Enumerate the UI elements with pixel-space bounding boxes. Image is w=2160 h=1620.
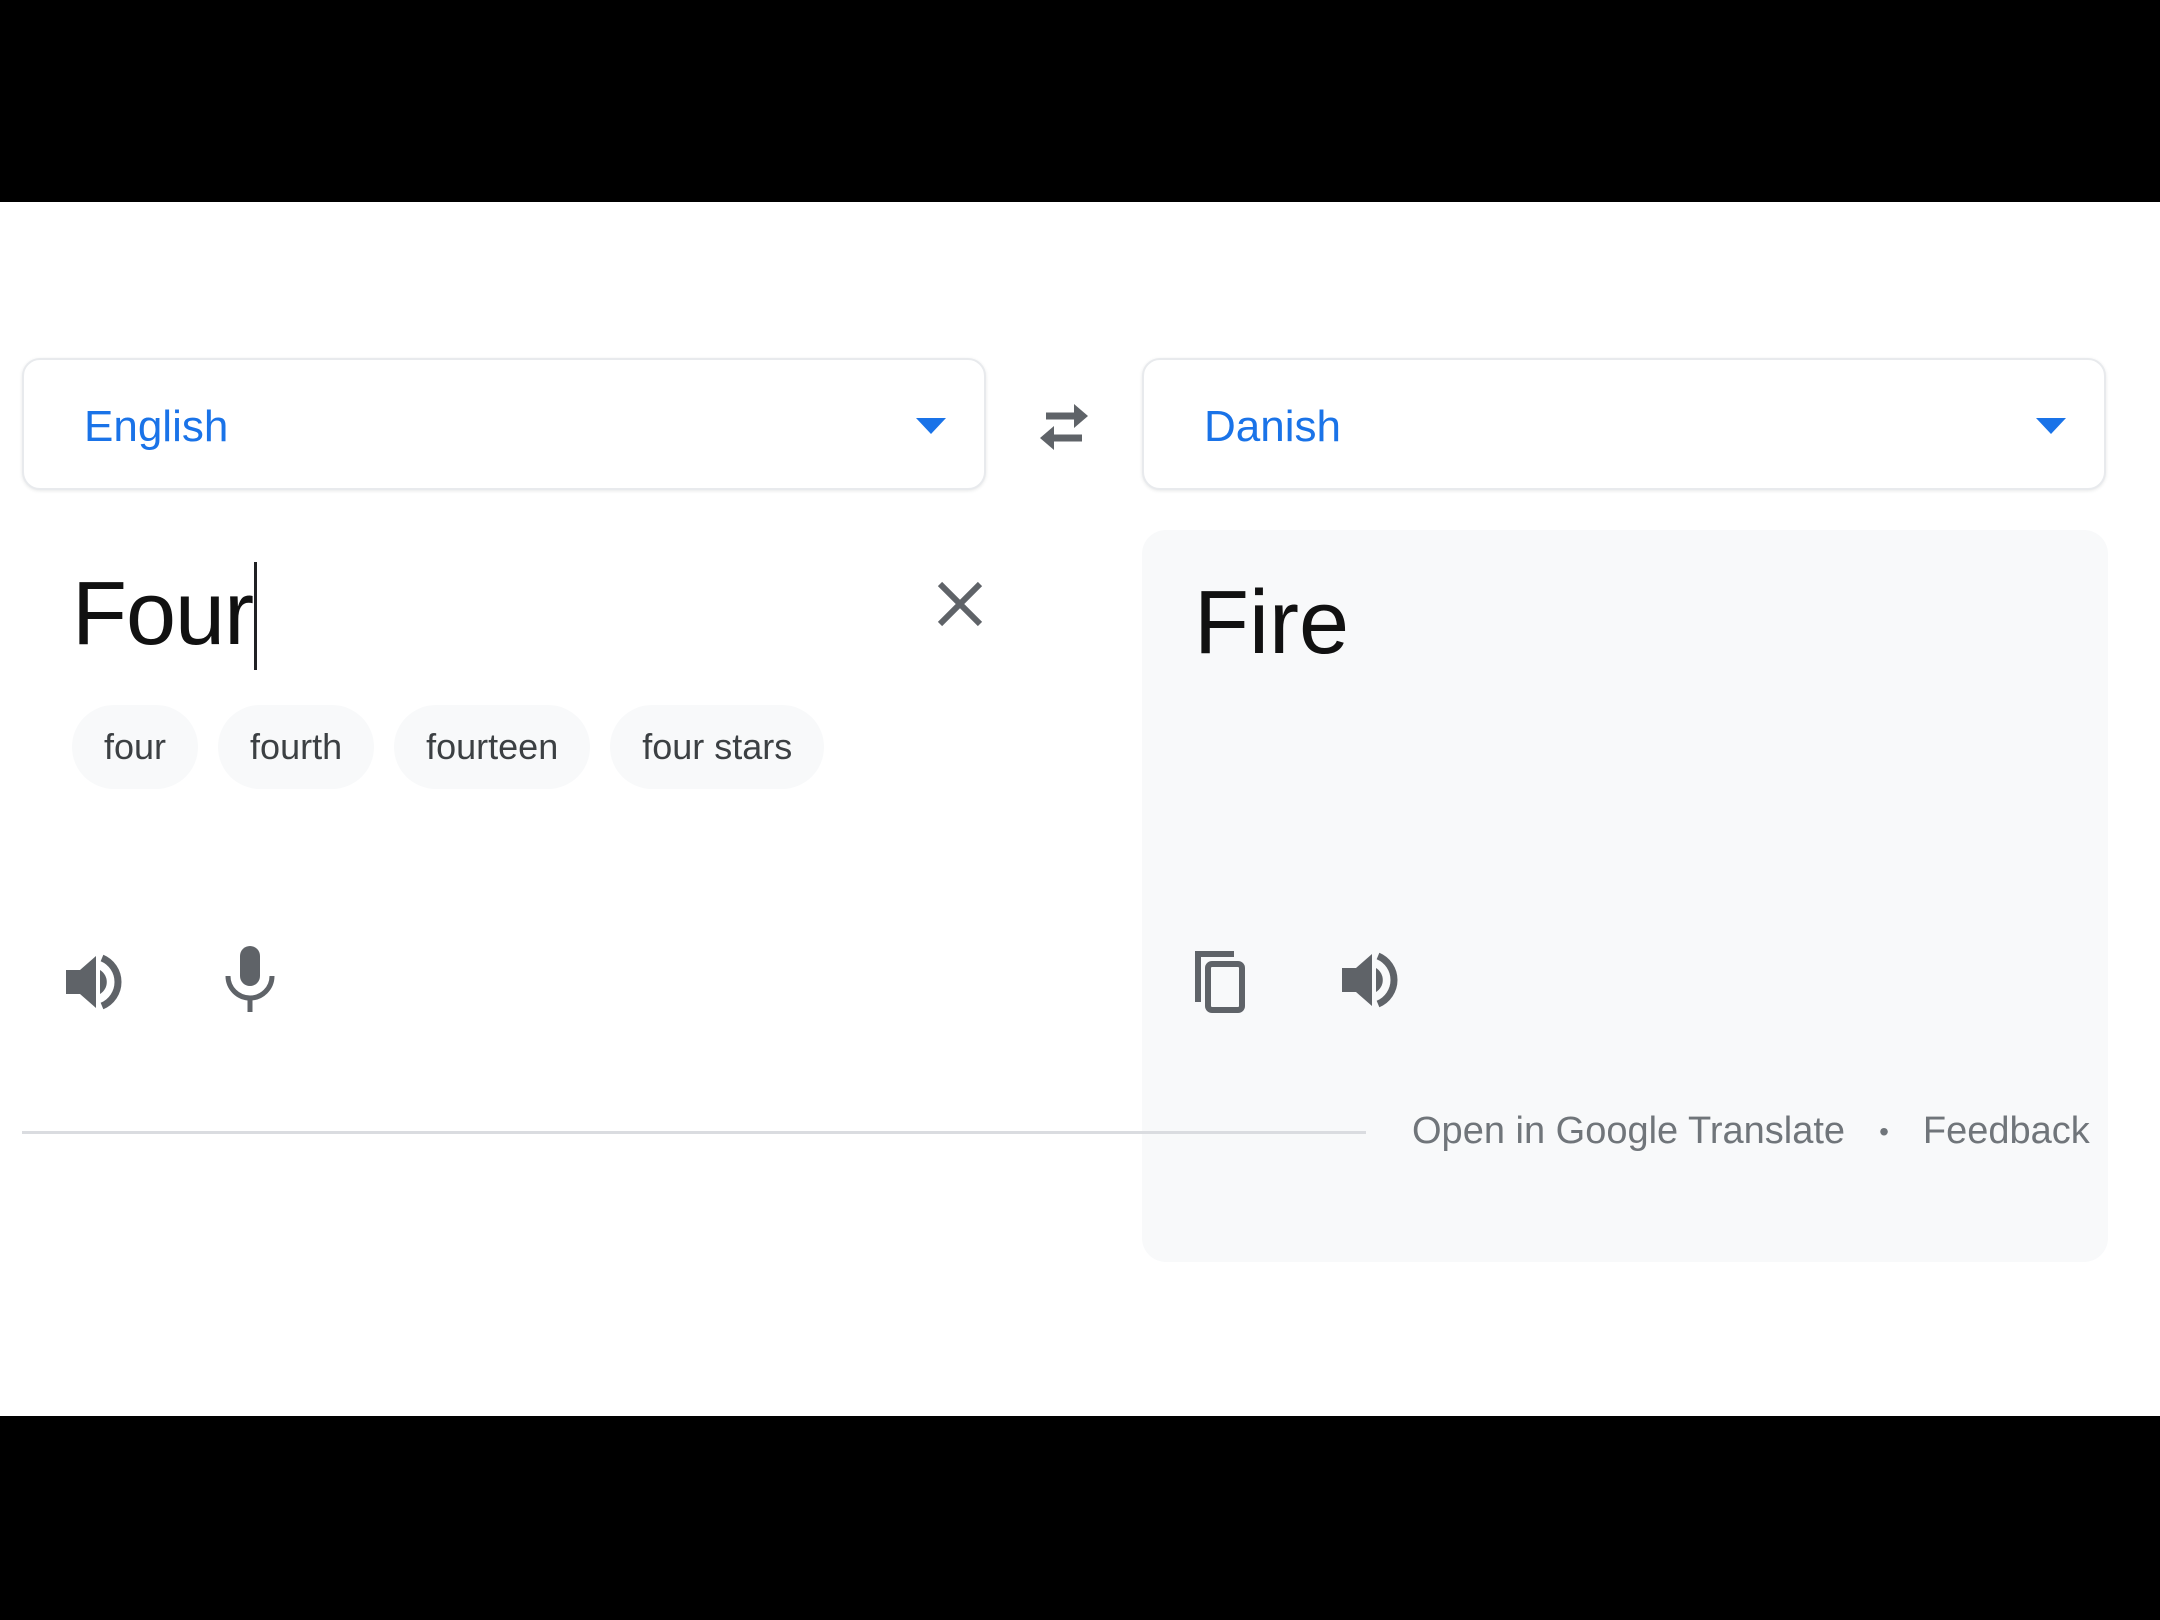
suggestion-chip[interactable]: fourteen xyxy=(394,705,591,789)
source-text-input[interactable]: Four xyxy=(72,562,258,670)
source-text: Four xyxy=(72,564,254,664)
swap-languages-button[interactable] xyxy=(1024,392,1104,462)
microphone-icon xyxy=(225,946,275,1012)
suggestion-chip[interactable]: four xyxy=(72,705,199,789)
open-in-google-translate-link[interactable]: Open in Google Translate xyxy=(1412,1110,1845,1153)
swap-languages-icon xyxy=(1040,404,1088,450)
letterbox-bottom xyxy=(0,1416,2160,1620)
footer: Open in Google Translate • Feedback xyxy=(1412,1110,2090,1153)
source-language-select[interactable]: English xyxy=(22,358,986,490)
suggestion-chip[interactable]: four stars xyxy=(610,705,825,789)
close-icon xyxy=(937,581,983,627)
translate-widget: English Danish Four four fourth fourteen… xyxy=(0,202,2160,1416)
copy-translation-button[interactable] xyxy=(1182,940,1262,1020)
text-cursor xyxy=(254,562,258,670)
target-language-select[interactable]: Danish xyxy=(1142,358,2106,490)
chevron-down-icon xyxy=(2036,418,2066,434)
source-language-label: English xyxy=(84,402,229,451)
feedback-link[interactable]: Feedback xyxy=(1923,1110,2090,1153)
chevron-down-icon xyxy=(916,418,946,434)
clear-text-button[interactable] xyxy=(928,572,992,636)
target-language-label: Danish xyxy=(1204,402,1341,451)
listen-source-button[interactable] xyxy=(56,942,136,1022)
footer-divider xyxy=(22,1131,1366,1134)
speaker-icon xyxy=(1342,952,1398,1008)
partially-visible-link xyxy=(22,1402,132,1416)
listen-translation-button[interactable] xyxy=(1332,940,1412,1020)
copy-icon xyxy=(1195,951,1245,1013)
footer-separator: • xyxy=(1879,1115,1889,1147)
translated-text: Fire xyxy=(1194,573,1349,673)
speaker-icon xyxy=(66,954,122,1010)
suggestion-chip[interactable]: fourth xyxy=(218,705,375,789)
voice-input-button[interactable] xyxy=(210,940,290,1020)
letterbox-top xyxy=(0,0,2160,202)
suggestion-chips: four fourth fourteen four stars xyxy=(72,705,825,789)
